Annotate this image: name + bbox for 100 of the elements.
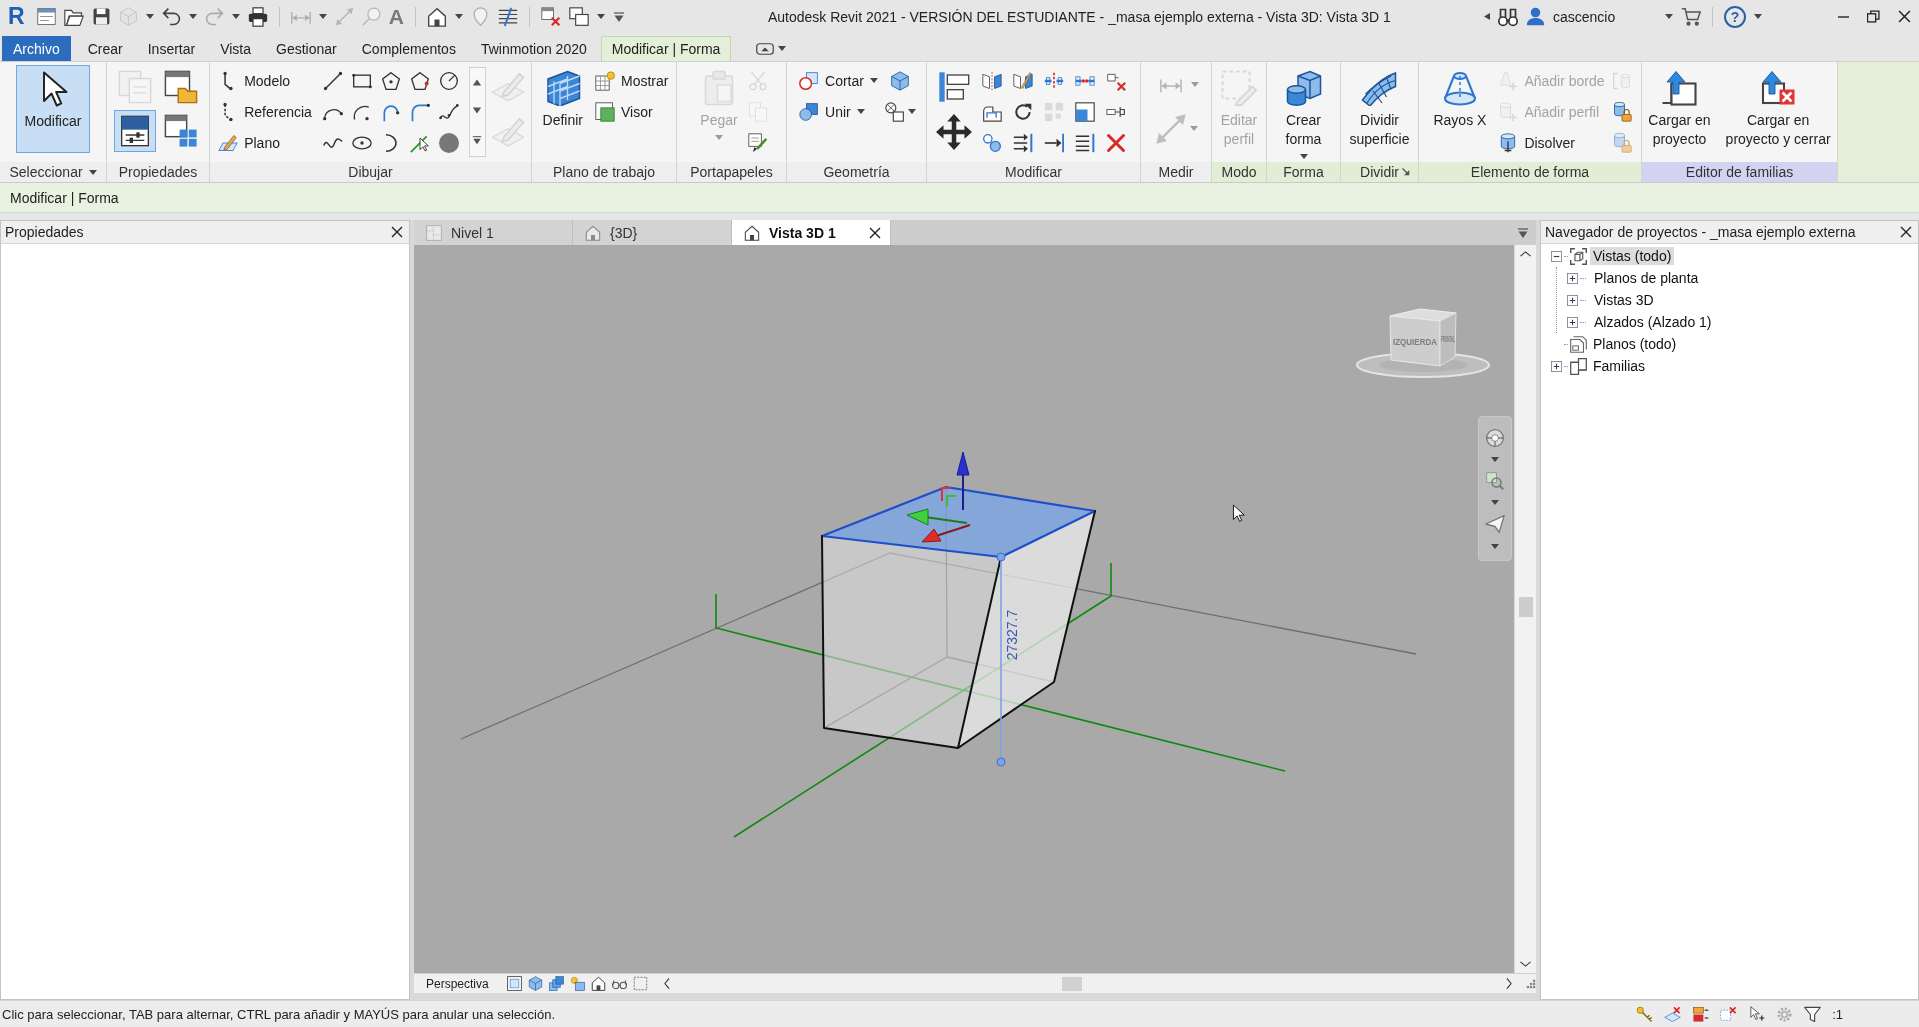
tool-button[interactable]: Crear forma <box>1280 65 1327 162</box>
caret-icon[interactable] <box>1491 457 1499 463</box>
tree-item[interactable]: Vistas (todo) <box>1590 247 1675 265</box>
rounded-rectangle-icon[interactable] <box>756 42 775 55</box>
stacked-windows-icon[interactable] <box>568 6 589 27</box>
caret-icon[interactable] <box>1491 544 1499 550</box>
paper-plane-icon[interactable] <box>1485 514 1505 535</box>
close-icon[interactable] <box>391 226 403 238</box>
view-tab[interactable]: {3D} <box>573 220 732 245</box>
plus-box-icon[interactable] <box>1567 294 1578 306</box>
tool-button[interactable]: Dividir superficie <box>1344 65 1415 152</box>
window-icon[interactable] <box>36 7 56 26</box>
tool-button[interactable]: Unir <box>797 96 880 127</box>
caret-icon[interactable] <box>856 109 865 114</box>
crossed-circle-square-icon[interactable] <box>884 101 905 122</box>
caret-icon[interactable] <box>188 14 197 19</box>
chevron-up-icon[interactable] <box>1520 251 1531 257</box>
view-tab[interactable]: Vista 3D 1 <box>732 220 891 245</box>
four-way-arrows-icon[interactable] <box>935 113 972 150</box>
binoculars-icon[interactable] <box>1498 6 1518 27</box>
caret-icon[interactable] <box>1491 499 1499 505</box>
framed-square-icon[interactable] <box>506 976 522 991</box>
delete-x-icon[interactable] <box>1106 132 1126 153</box>
tree-item[interactable]: Familias <box>1590 357 1649 375</box>
restore-icon[interactable] <box>1867 10 1880 23</box>
undo-arrow-icon[interactable] <box>161 7 181 26</box>
funnel-icon[interactable] <box>1804 1005 1822 1023</box>
plus-box-icon[interactable] <box>1551 360 1562 372</box>
close-icon[interactable] <box>1898 10 1911 23</box>
close-icon[interactable] <box>1900 226 1912 238</box>
tool-button[interactable]: Definir <box>537 65 588 133</box>
shaded-cube-icon[interactable] <box>527 976 543 991</box>
tool-button[interactable]: Modificar <box>15 65 91 153</box>
tool-button[interactable]: Rayos X <box>1428 65 1492 133</box>
tree-item[interactable]: Vistas 3D <box>1591 291 1657 309</box>
mirror-axis-icon[interactable] <box>982 70 1002 91</box>
circle-icon[interactable] <box>439 70 460 91</box>
ribbon-tab[interactable]: Twinmotion 2020 <box>469 36 598 61</box>
tool-button[interactable]: Cargar en proyecto <box>1643 65 1716 152</box>
extend-lines-icon[interactable] <box>1075 132 1095 153</box>
scroll-thumb[interactable] <box>1518 597 1533 617</box>
pentagon-icon[interactable] <box>381 70 402 91</box>
plus-box-icon[interactable] <box>1567 316 1578 328</box>
line-icon[interactable] <box>323 70 344 91</box>
plane-with-x-icon[interactable] <box>1664 1005 1682 1023</box>
dimension-line[interactable] <box>996 552 1006 767</box>
wave-points-icon[interactable] <box>439 101 460 122</box>
caret-icon[interactable] <box>869 78 878 83</box>
split-line-icon[interactable] <box>1044 70 1064 91</box>
tree-item[interactable]: Alzados (Alzado 1) <box>1591 313 1715 331</box>
caret-icon[interactable] <box>88 169 97 175</box>
dashed-box-icon[interactable] <box>632 976 648 991</box>
ribbon-tab[interactable]: Archivo <box>2 36 71 61</box>
caret-icon[interactable] <box>231 14 240 19</box>
rotate-arrow-icon[interactable] <box>1013 101 1033 122</box>
fillet-corner-icon[interactable] <box>410 101 431 122</box>
caret-icon[interactable] <box>1754 14 1762 19</box>
move-gizmo[interactable] <box>906 451 971 543</box>
caret-icon[interactable] <box>318 14 327 19</box>
scroll-thumb[interactable] <box>1061 976 1082 991</box>
house-icon[interactable] <box>426 6 447 27</box>
line-and-triangle-icon[interactable] <box>472 135 483 146</box>
plus-box-icon[interactable] <box>1567 272 1578 284</box>
cursor-with-cross-icon[interactable] <box>1748 1005 1766 1023</box>
linked-circles-icon[interactable] <box>982 132 1002 153</box>
cylinder-lock-icon[interactable] <box>1611 101 1632 122</box>
mirror-pencil-icon[interactable] <box>1013 70 1033 91</box>
view-cube[interactable] <box>1389 308 1457 367</box>
window-with-x-icon[interactable] <box>540 6 561 27</box>
thin-lines-icon[interactable] <box>497 6 518 27</box>
chevron-left-icon[interactable] <box>663 978 670 989</box>
up-triangle-icon[interactable] <box>472 78 483 86</box>
tool-button[interactable]: Disolver <box>1496 127 1607 158</box>
ribbon-tab[interactable]: Modificar | Forma <box>600 36 732 61</box>
ribbon-tab[interactable]: Crear <box>76 36 134 61</box>
panel-title[interactable]: Seleccionar <box>9 164 83 180</box>
ribbon-tab[interactable]: Insertar <box>136 36 207 61</box>
trim-arrows-icon[interactable] <box>1013 132 1033 153</box>
caret-icon[interactable] <box>1299 154 1308 159</box>
tool-button[interactable]: Referencia <box>216 96 314 127</box>
tree-item[interactable]: Planos de planta <box>1591 269 1702 287</box>
left-triangle-icon[interactable] <box>1484 12 1490 21</box>
caret-icon[interactable] <box>596 14 605 19</box>
caret-icon[interactable] <box>907 109 916 114</box>
caret-icon[interactable] <box>145 14 154 19</box>
house-icon[interactable] <box>590 976 606 991</box>
tool-button[interactable]: Cortar <box>797 65 880 96</box>
person-icon[interactable] <box>1526 7 1545 26</box>
caret-icon[interactable] <box>778 46 787 51</box>
chevron-right-icon[interactable] <box>1506 978 1512 989</box>
help-button[interactable]: ? <box>1724 5 1746 28</box>
window-squares-icon[interactable] <box>164 114 198 148</box>
app-logo[interactable]: R <box>8 5 25 28</box>
chevron-down-icon[interactable] <box>1520 961 1531 967</box>
view-tab[interactable]: Nivel 1 <box>414 220 573 245</box>
projection-mode-label[interactable]: Perspectiva <box>426 976 489 991</box>
printer-icon[interactable] <box>247 6 268 27</box>
ribbon-tab[interactable]: Vista <box>209 36 263 61</box>
extend-line-icon[interactable] <box>1044 132 1064 153</box>
ribbon-tab[interactable]: Complementos <box>350 36 467 61</box>
